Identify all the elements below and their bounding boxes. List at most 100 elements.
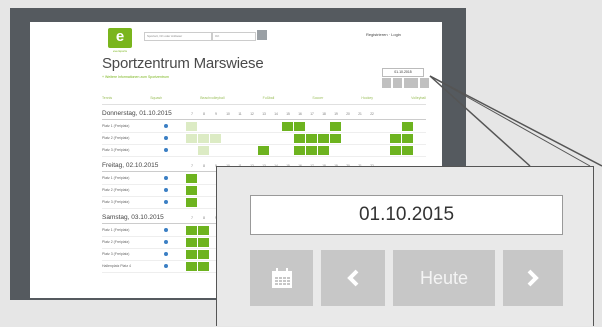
- slot-free[interactable]: [198, 146, 209, 155]
- hour-label: 19: [334, 112, 338, 116]
- info-dot-icon[interactable]: [164, 200, 168, 204]
- tab-sport[interactable]: Tennis: [102, 96, 112, 104]
- slot-booked[interactable]: [402, 134, 413, 143]
- today-button[interactable]: Heute: [393, 250, 495, 306]
- slot-booked[interactable]: [186, 198, 197, 207]
- slot-booked[interactable]: [198, 262, 209, 271]
- mini-prev-button[interactable]: [393, 78, 402, 88]
- search-button[interactable]: [257, 30, 267, 40]
- hour-label: 22: [370, 112, 374, 116]
- day-label: Donnerstag, 01.10.2015: [102, 110, 172, 117]
- hour-label: 10: [226, 112, 230, 116]
- chevron-left-icon: [347, 269, 359, 287]
- day-label: Samstag, 03.10.2015: [102, 214, 164, 221]
- hour-label: 13: [262, 112, 266, 116]
- hour-label: 12: [250, 112, 254, 116]
- slot-booked[interactable]: [186, 226, 197, 235]
- slot-booked[interactable]: [198, 226, 209, 235]
- court-label: Platz 3 (Freiplatz): [102, 252, 130, 256]
- slot-booked[interactable]: [198, 250, 209, 259]
- court-label: Platz 2 (Freiplatz): [102, 240, 130, 244]
- slot-booked[interactable]: [186, 186, 197, 195]
- slot-free[interactable]: [198, 134, 209, 143]
- site-logo-subtext: eversports: [112, 49, 127, 53]
- site-logo[interactable]: e: [108, 28, 132, 48]
- slot-booked[interactable]: [306, 146, 317, 155]
- chevron-right-icon: [527, 269, 539, 287]
- mini-date-field[interactable]: 01.10.2015: [382, 68, 424, 77]
- court-row: Platz 1 (Freiplatz): [102, 121, 426, 133]
- tab-sport[interactable]: Hockey: [361, 96, 373, 104]
- slot-booked[interactable]: [306, 134, 317, 143]
- hour-label: 15: [286, 112, 290, 116]
- slot-booked[interactable]: [402, 122, 413, 131]
- mini-today-button[interactable]: [404, 78, 418, 88]
- location-search-input[interactable]: Ort: [212, 32, 256, 41]
- day-label: Freitag, 02.10.2015: [102, 162, 159, 169]
- mini-date-nav: [382, 78, 429, 88]
- tab-sport[interactable]: Volleyball: [411, 96, 426, 104]
- slot-booked[interactable]: [330, 122, 341, 131]
- mini-calendar-button[interactable]: [382, 78, 391, 88]
- court-label: Platz 1 (Freiplatz): [102, 176, 130, 180]
- slot-booked[interactable]: [294, 134, 305, 143]
- venue-info-link[interactable]: + Weitere Informationen zum Sportzentrum: [102, 75, 169, 79]
- slot-free[interactable]: [210, 134, 221, 143]
- hour-label: 16: [298, 112, 302, 116]
- sport-tabs: Tennis Squash Beachvolleyball Fußball So…: [102, 96, 426, 105]
- tab-sport[interactable]: Fußball: [263, 96, 275, 104]
- sport-search-input[interactable]: Sportart, Ort oder Anbieter: [144, 32, 212, 41]
- info-dot-icon[interactable]: [164, 264, 168, 268]
- slot-booked[interactable]: [318, 146, 329, 155]
- info-dot-icon[interactable]: [164, 228, 168, 232]
- slot-booked[interactable]: [390, 146, 401, 155]
- info-dot-icon[interactable]: [164, 148, 168, 152]
- hour-labels: 7 8 9 10 11 12 13 14 15 16 17 18 19 20 2…: [186, 112, 378, 116]
- info-dot-icon[interactable]: [164, 188, 168, 192]
- slot-booked[interactable]: [318, 134, 329, 143]
- date-field[interactable]: 01.10.2015: [250, 195, 563, 235]
- slot-booked[interactable]: [390, 134, 401, 143]
- slot-booked[interactable]: [186, 174, 197, 183]
- next-day-button[interactable]: [503, 250, 563, 306]
- slot-free[interactable]: [186, 134, 197, 143]
- court-row: Platz 3 (Freiplatz): [102, 145, 426, 157]
- hour-label: 11: [238, 112, 242, 116]
- court-row: Platz 2 (Freiplatz): [102, 133, 426, 145]
- calendar-icon: [271, 268, 292, 288]
- tab-sport[interactable]: Squash: [150, 96, 162, 104]
- court-label: Platz 1 (Freiplatz): [102, 228, 130, 232]
- slot-booked[interactable]: [186, 238, 197, 247]
- info-dot-icon[interactable]: [164, 252, 168, 256]
- court-label: Platz 1 (Freiplatz): [102, 124, 130, 128]
- slot-booked[interactable]: [294, 122, 305, 131]
- info-dot-icon[interactable]: [164, 136, 168, 140]
- tab-sport[interactable]: Beachvolleyball: [200, 96, 224, 104]
- hour-label: 18: [322, 112, 326, 116]
- hour-label: 7: [191, 112, 193, 116]
- slot-booked[interactable]: [186, 250, 197, 259]
- hour-label: 7: [191, 216, 193, 220]
- slot-booked[interactable]: [258, 146, 269, 155]
- slot-booked[interactable]: [294, 146, 305, 155]
- court-label: Hallenplatz Platz 4: [102, 264, 131, 268]
- account-links[interactable]: Registrieren · Login: [366, 32, 401, 37]
- prev-day-button[interactable]: [321, 250, 385, 306]
- info-dot-icon[interactable]: [164, 240, 168, 244]
- court-label: Platz 3 (Freiplatz): [102, 200, 130, 204]
- slot-booked[interactable]: [198, 238, 209, 247]
- hour-label: 7: [191, 164, 193, 168]
- slot-booked[interactable]: [402, 146, 413, 155]
- slot-booked[interactable]: [282, 122, 293, 131]
- slot-booked[interactable]: [330, 134, 341, 143]
- slot-free[interactable]: [186, 122, 197, 131]
- hour-label: 8: [203, 216, 205, 220]
- info-dot-icon[interactable]: [164, 176, 168, 180]
- slot-booked[interactable]: [186, 262, 197, 271]
- tab-sport[interactable]: Soccer: [312, 96, 323, 104]
- info-dot-icon[interactable]: [164, 124, 168, 128]
- hour-label: 8: [203, 112, 205, 116]
- mini-next-button[interactable]: [420, 78, 429, 88]
- hour-label: 17: [310, 112, 314, 116]
- calendar-button[interactable]: [250, 250, 313, 306]
